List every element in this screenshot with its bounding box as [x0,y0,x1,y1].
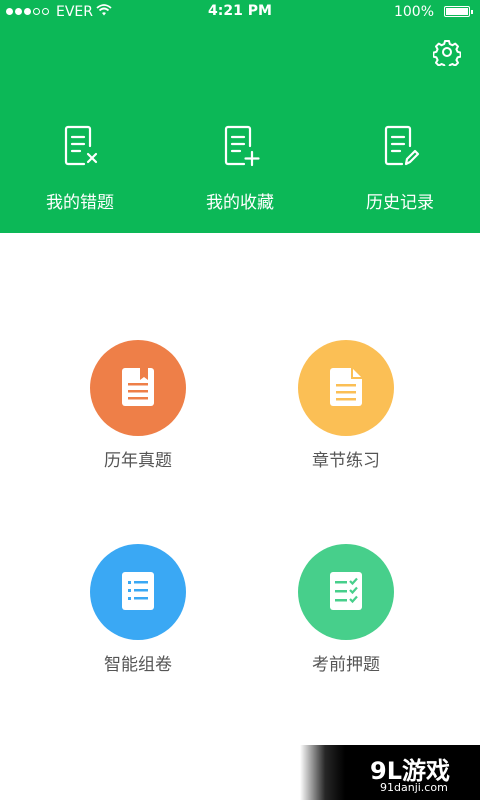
history-button[interactable]: 历史记录 [320,118,480,218]
past-exams-circle [90,340,186,436]
status-bar: EVER 4:21 PM 100% [0,0,480,24]
pre-exam-predictions-tile[interactable]: 考前押题 [256,544,436,704]
battery-icon [444,6,473,17]
battery-percent: 100% [393,4,434,20]
header: EVER 4:21 PM 100% 我的错题 我的收藏 历史记录 [0,0,480,233]
past-exams-icon [122,368,154,406]
top-item-label: 我的收藏 [206,193,274,213]
chapter-practice-icon [330,368,362,406]
pre-exam-predictions-circle [298,544,394,640]
watermark-url: 91danji.com [380,781,448,794]
smart-paper-circle [90,544,186,640]
chapter-practice-tile[interactable]: 章节练习 [256,340,436,500]
tile-label: 历年真题 [104,451,172,471]
favorites-icon [224,125,260,167]
smart-paper-tile[interactable]: 智能组卷 [48,544,228,704]
pre-exam-predictions-icon [330,572,362,610]
top-item-label: 历史记录 [366,193,434,213]
smart-paper-icon [122,572,154,610]
tile-label: 智能组卷 [104,655,172,675]
tile-label: 考前押题 [312,655,380,675]
gear-icon[interactable] [433,38,461,66]
tile-label: 章节练习 [312,451,380,471]
wrong-questions-icon [64,125,98,166]
history-icon [384,125,420,166]
chapter-practice-circle [298,340,394,436]
my-favorites-button[interactable]: 我的收藏 [160,118,320,218]
top-item-label: 我的错题 [46,193,114,213]
past-exams-tile[interactable]: 历年真题 [48,340,228,500]
my-wrong-questions-button[interactable]: 我的错题 [0,118,160,218]
site-watermark: 9L游戏 91danji.com [300,745,480,800]
